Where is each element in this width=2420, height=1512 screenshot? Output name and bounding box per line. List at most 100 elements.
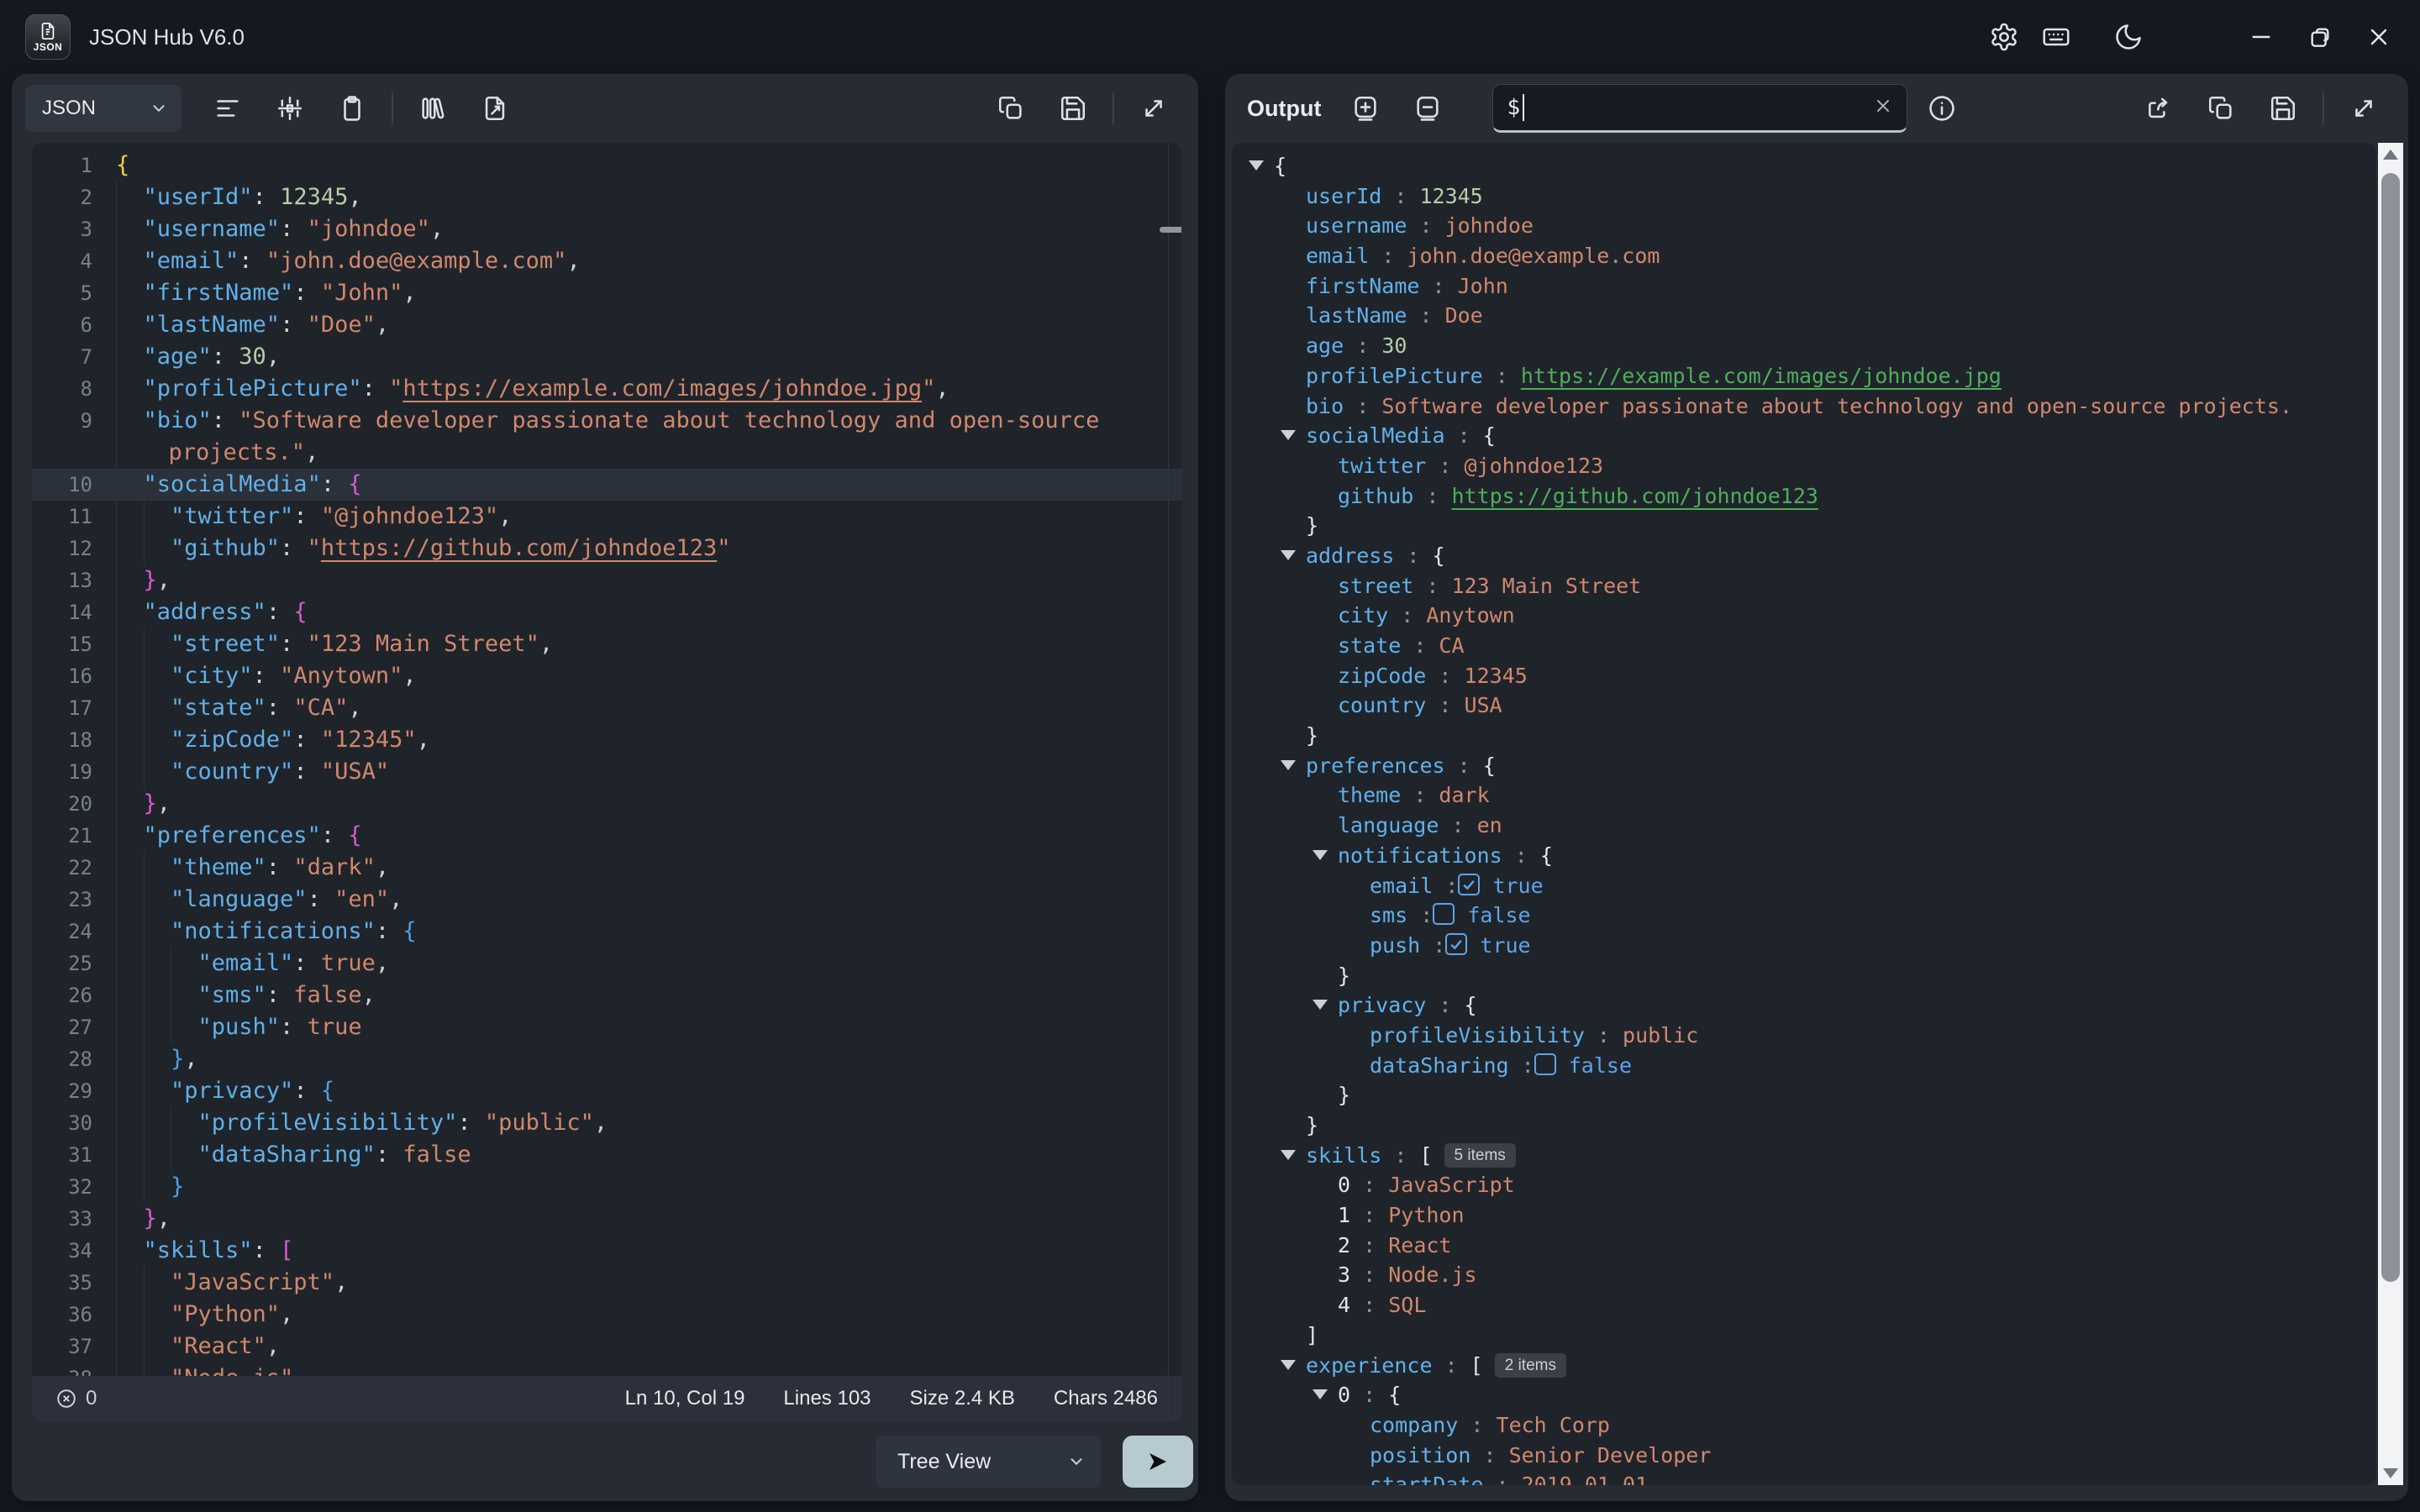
compact-json-button[interactable]: [269, 87, 311, 129]
keyboard-shortcuts-button[interactable]: [2030, 11, 2082, 63]
code-line[interactable]: 4"email": "john.doe@example.com",: [32, 245, 1181, 277]
expander-icon[interactable]: [1281, 1352, 1306, 1382]
code-line[interactable]: 12"github": "https://github.com/johndoe1…: [32, 533, 1181, 564]
view-mode-select[interactable]: Tree View: [876, 1436, 1101, 1488]
code-line[interactable]: 33},: [32, 1203, 1181, 1235]
save-output-button[interactable]: [2262, 87, 2304, 129]
import-file-button[interactable]: [474, 87, 516, 129]
code-line[interactable]: 28},: [32, 1043, 1181, 1075]
code-line[interactable]: 38"Node.js",: [32, 1362, 1181, 1376]
code-line[interactable]: 23"language": "en",: [32, 884, 1181, 916]
tree-key: 4: [1338, 1293, 1350, 1317]
expander-icon[interactable]: [1281, 422, 1306, 452]
scroll-down-arrow-icon[interactable]: [2383, 1468, 2398, 1478]
copy-output-button[interactable]: [2200, 87, 2242, 129]
collapse-all-button[interactable]: [1407, 87, 1449, 129]
tree-key: 0: [1338, 1173, 1350, 1197]
code-line[interactable]: 8"profilePicture": "https://example.com/…: [32, 373, 1181, 405]
code-line[interactable]: 16"city": "Anytown",: [32, 660, 1181, 692]
expand-icon: [2349, 94, 2378, 123]
code-line[interactable]: 37"React",: [32, 1331, 1181, 1362]
expander-icon[interactable]: [1281, 542, 1306, 572]
code-line[interactable]: 14"address": {: [32, 596, 1181, 628]
output-panel: Output $: [1225, 74, 2408, 1501]
format-select[interactable]: JSON: [25, 85, 182, 132]
expander-icon[interactable]: [1281, 1142, 1306, 1172]
tree-row: privacy : {: [1232, 990, 2376, 1021]
code-line[interactable]: 20},: [32, 788, 1181, 820]
code-line[interactable]: 3"username": "johndoe",: [32, 213, 1181, 245]
code-line[interactable]: 29"privacy": {: [32, 1075, 1181, 1107]
expand-all-button[interactable]: [1344, 87, 1386, 129]
run-button[interactable]: [1123, 1436, 1193, 1488]
close-button[interactable]: [2349, 9, 2408, 65]
checkbox[interactable]: [1534, 1053, 1556, 1075]
code-line[interactable]: 6"lastName": "Doe",: [32, 309, 1181, 341]
expand-output-button[interactable]: [2343, 87, 2385, 129]
link[interactable]: https://github.com/johndoe123: [1451, 484, 1818, 508]
expander-icon[interactable]: [1281, 752, 1306, 782]
editor-ruler: [1168, 143, 1169, 1421]
code-line[interactable]: 10"socialMedia": {: [32, 469, 1181, 501]
query-info-button[interactable]: [1921, 87, 1963, 129]
code-line[interactable]: 5"firstName": "John",: [32, 277, 1181, 309]
expander-icon[interactable]: [1313, 991, 1338, 1021]
tree-value: 30: [1381, 333, 1407, 358]
checkbox[interactable]: [1445, 933, 1467, 955]
code-line[interactable]: 24"notifications": {: [32, 916, 1181, 948]
link[interactable]: https://example.com/images/johndoe.jpg: [402, 375, 922, 402]
code-line[interactable]: 26"sms": false,: [32, 979, 1181, 1011]
minimize-button[interactable]: [2232, 9, 2291, 65]
code-line[interactable]: 13},: [32, 564, 1181, 596]
code-line[interactable]: 15"street": "123 Main Street",: [32, 628, 1181, 660]
tree-value: React: [1388, 1233, 1451, 1257]
expand-editor-button[interactable]: [1133, 87, 1175, 129]
code-line[interactable]: 19"country": "USA": [32, 756, 1181, 788]
settings-button[interactable]: [1978, 11, 2030, 63]
tree-value: john.doe@example.com: [1407, 244, 1660, 268]
line-number: 13: [32, 564, 116, 596]
code-line[interactable]: 17"state": "CA",: [32, 692, 1181, 724]
code-line[interactable]: 30"profileVisibility": "public",: [32, 1107, 1181, 1139]
library-button[interactable]: [412, 87, 454, 129]
save-input-button[interactable]: [1052, 87, 1094, 129]
code-line[interactable]: 36"Python",: [32, 1299, 1181, 1331]
scrollbar-thumb[interactable]: [2381, 173, 2400, 1282]
code-editor[interactable]: 1{2"userId": 12345,3"username": "johndoe…: [32, 143, 1181, 1421]
code-line[interactable]: 22"theme": "dark",: [32, 852, 1181, 884]
code-line[interactable]: 7"age": 30,: [32, 341, 1181, 373]
code-line[interactable]: 11"twitter": "@johndoe123",: [32, 501, 1181, 533]
link[interactable]: https://github.com/johndoe123: [321, 535, 717, 561]
link[interactable]: https://example.com/images/johndoe.jpg: [1521, 364, 2002, 388]
code-line[interactable]: 31"dataSharing": false: [32, 1139, 1181, 1171]
maximize-button[interactable]: [2291, 9, 2349, 65]
jsonpath-search-input[interactable]: $: [1492, 84, 1907, 133]
code-line[interactable]: 34"skills": [: [32, 1235, 1181, 1267]
code-line[interactable]: projects.",: [32, 437, 1181, 469]
checkbox[interactable]: [1458, 874, 1480, 895]
vertical-scrollbar[interactable]: [2378, 143, 2403, 1485]
line-number: 1: [32, 150, 116, 181]
clear-search-button[interactable]: [1873, 96, 1893, 120]
expander-icon[interactable]: [1249, 152, 1274, 182]
horizontal-scrollbar[interactable]: [1232, 1485, 2376, 1496]
code-line[interactable]: 27"push": true: [32, 1011, 1181, 1043]
scroll-up-arrow-icon[interactable]: [2383, 150, 2398, 160]
code-line[interactable]: 32}: [32, 1171, 1181, 1203]
share-output-button[interactable]: [2138, 87, 2180, 129]
code-line[interactable]: 9"bio": "Software developer passionate a…: [32, 405, 1181, 437]
code-line[interactable]: 21"preferences": {: [32, 820, 1181, 852]
editor-scrollbar-thumb[interactable]: [1160, 227, 1181, 233]
code-line[interactable]: 18"zipCode": "12345",: [32, 724, 1181, 756]
copy-input-button[interactable]: [990, 87, 1032, 129]
code-line[interactable]: 1{: [32, 150, 1181, 181]
expander-icon[interactable]: [1313, 1381, 1338, 1411]
paste-button[interactable]: [331, 87, 373, 129]
code-line[interactable]: 35"JavaScript",: [32, 1267, 1181, 1299]
expander-icon[interactable]: [1313, 842, 1338, 872]
format-json-button[interactable]: [207, 87, 249, 129]
code-line[interactable]: 2"userId": 12345,: [32, 181, 1181, 213]
checkbox[interactable]: [1433, 903, 1455, 925]
code-line[interactable]: 25"email": true,: [32, 948, 1181, 979]
theme-toggle-button[interactable]: [2102, 11, 2154, 63]
